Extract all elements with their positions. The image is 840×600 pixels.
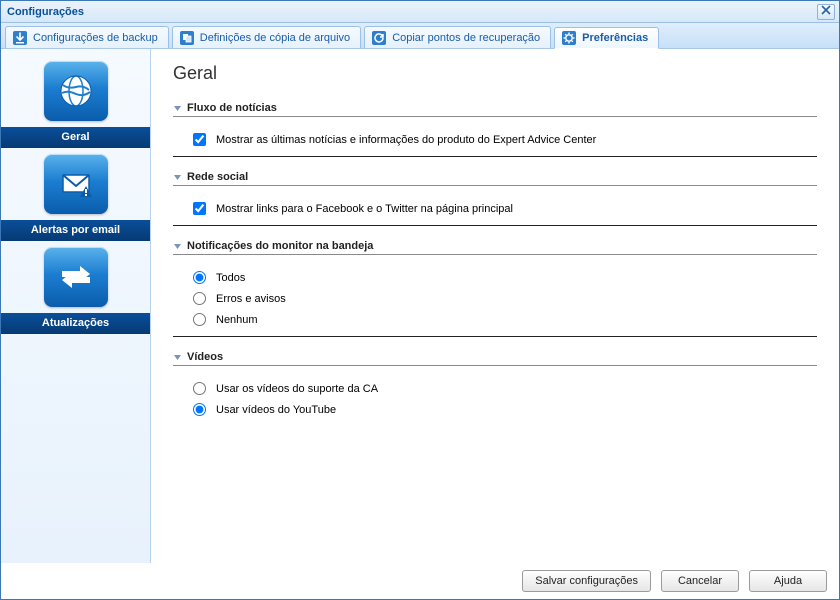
section-news: Fluxo de notícias Mostrar as últimas not… — [173, 102, 817, 157]
chevron-down-icon — [173, 173, 182, 182]
titlebar: Configurações — [1, 1, 839, 23]
tab-label: Definições de cópia de arquivo — [200, 32, 350, 44]
globe-icon — [44, 61, 108, 121]
section-social: Rede social Mostrar links para o Faceboo… — [173, 171, 817, 226]
radio-label: Usar os vídeos do suporte da CA — [216, 383, 378, 395]
page-title: Geral — [173, 63, 817, 84]
window: Configurações Configurações de backup De… — [0, 0, 840, 600]
sidebar-item-email-alerts[interactable]: Alertas por email — [1, 148, 150, 241]
checkbox-row-news: Mostrar as últimas notícias e informaçõe… — [193, 129, 817, 150]
tab-file-copy[interactable]: Definições de cópia de arquivo — [172, 26, 361, 48]
radio-row-tray-none: Nenhum — [193, 309, 817, 330]
gear-icon — [561, 30, 577, 46]
section-header-news[interactable]: Fluxo de notícias — [173, 102, 817, 117]
sidebar-item-updates[interactable]: Atualizações — [1, 241, 150, 334]
close-button[interactable] — [817, 4, 835, 20]
radio-videos-youtube[interactable] — [193, 403, 206, 416]
section-header-tray[interactable]: Notificações do monitor na bandeja — [173, 240, 817, 255]
help-button[interactable]: Ajuda — [749, 570, 827, 592]
radio-label: Todos — [216, 272, 245, 284]
radio-row-tray-errwarn: Erros e avisos — [193, 288, 817, 309]
window-title: Configurações — [7, 6, 84, 18]
sidebar-item-general[interactable]: Geral — [1, 55, 150, 148]
tab-label: Preferências — [582, 32, 648, 44]
tabs-bar: Configurações de backup Definições de có… — [1, 23, 839, 49]
save-button[interactable]: Salvar configurações — [522, 570, 651, 592]
tab-recovery-points[interactable]: Copiar pontos de recuperação — [364, 26, 551, 48]
tab-label: Configurações de backup — [33, 32, 158, 44]
refresh-icon — [371, 30, 387, 46]
cancel-button[interactable]: Cancelar — [661, 570, 739, 592]
files-icon — [179, 30, 195, 46]
radio-row-videos-youtube: Usar vídeos do YouTube — [193, 399, 817, 420]
radio-tray-errwarn[interactable] — [193, 292, 206, 305]
radio-tray-none[interactable] — [193, 313, 206, 326]
footer: Salvar configurações Cancelar Ajuda — [1, 563, 839, 599]
checkbox-social[interactable] — [193, 202, 206, 215]
radio-row-tray-all: Todos — [193, 267, 817, 288]
mail-alert-icon — [44, 154, 108, 214]
sync-arrows-icon — [44, 247, 108, 307]
section-header-social[interactable]: Rede social — [173, 171, 817, 186]
sidebar: Geral Alertas por emai — [1, 49, 151, 563]
checkbox-label: Mostrar as últimas notícias e informaçõe… — [216, 134, 596, 146]
content-pane: Geral Fluxo de notícias Mostrar as últim… — [151, 49, 839, 563]
section-title: Fluxo de notícias — [187, 102, 277, 114]
sidebar-item-label: Atualizações — [1, 313, 150, 334]
radio-label: Usar vídeos do YouTube — [216, 404, 336, 416]
section-title: Rede social — [187, 171, 248, 183]
checkbox-label: Mostrar links para o Facebook e o Twitte… — [216, 203, 513, 215]
section-header-videos[interactable]: Vídeos — [173, 351, 817, 366]
body: Geral Alertas por emai — [1, 49, 839, 563]
radio-videos-ca[interactable] — [193, 382, 206, 395]
close-icon — [821, 5, 831, 18]
tab-backup-settings[interactable]: Configurações de backup — [5, 26, 169, 48]
chevron-down-icon — [173, 104, 182, 113]
tab-preferences[interactable]: Preferências — [554, 27, 659, 49]
radio-label: Erros e avisos — [216, 293, 286, 305]
download-icon — [12, 30, 28, 46]
radio-label: Nenhum — [216, 314, 258, 326]
chevron-down-icon — [173, 353, 182, 362]
radio-tray-all[interactable] — [193, 271, 206, 284]
section-tray: Notificações do monitor na bandeja Todos… — [173, 240, 817, 337]
checkbox-row-social: Mostrar links para o Facebook e o Twitte… — [193, 198, 817, 219]
sidebar-item-label: Alertas por email — [1, 220, 150, 241]
section-title: Vídeos — [187, 351, 223, 363]
section-title: Notificações do monitor na bandeja — [187, 240, 373, 252]
radio-row-videos-ca: Usar os vídeos do suporte da CA — [193, 378, 817, 399]
section-videos: Vídeos Usar os vídeos do suporte da CA U… — [173, 351, 817, 426]
tab-label: Copiar pontos de recuperação — [392, 32, 540, 44]
chevron-down-icon — [173, 242, 182, 251]
checkbox-news[interactable] — [193, 133, 206, 146]
sidebar-item-label: Geral — [1, 127, 150, 148]
